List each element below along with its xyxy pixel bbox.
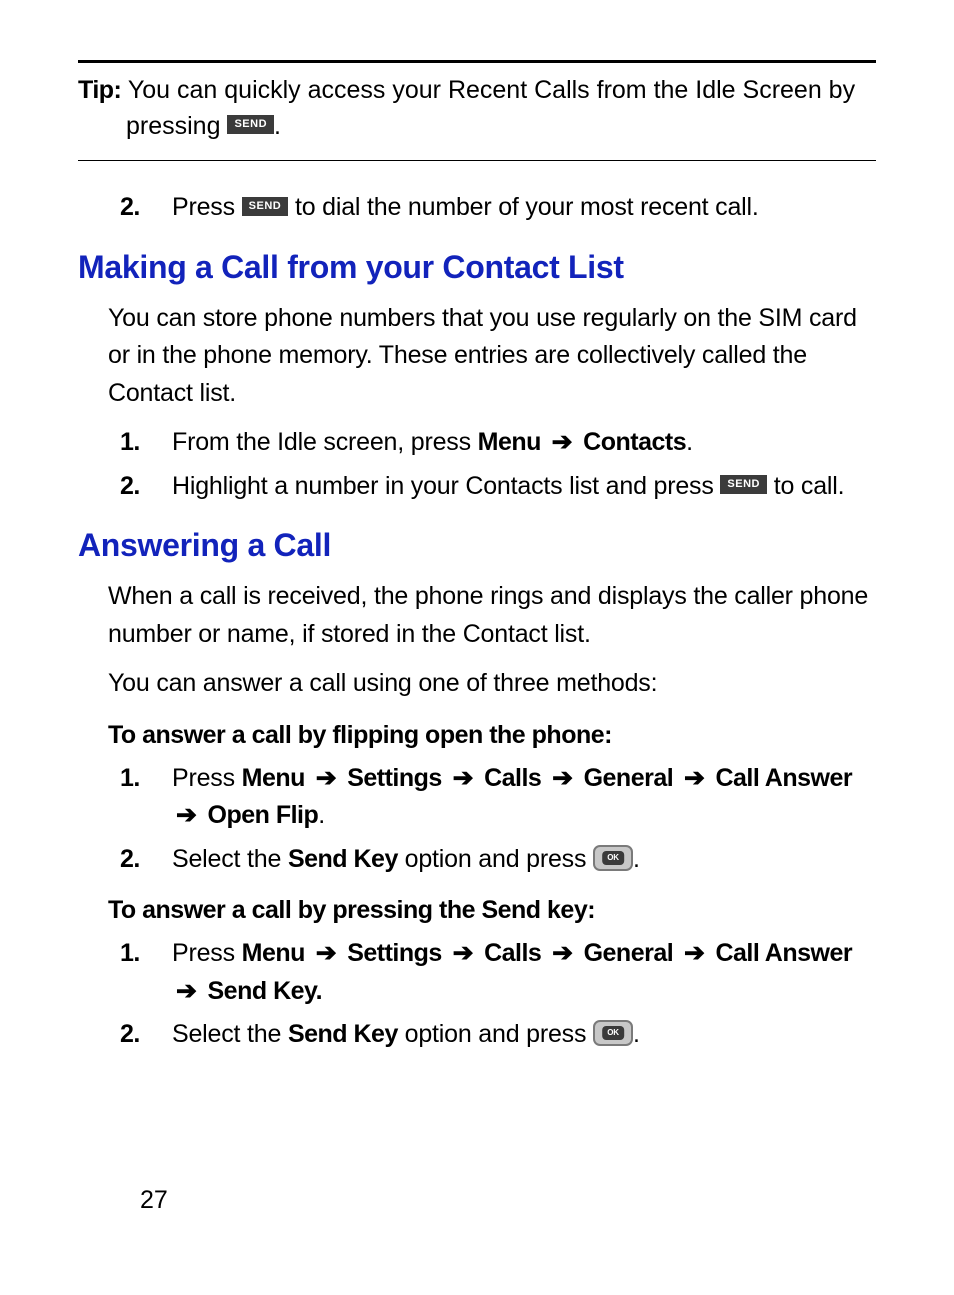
menu-bold: Menu xyxy=(478,428,541,456)
send-key-icon: SEND xyxy=(242,197,289,216)
subhead-send-key: To answer a call by pressing the Send ke… xyxy=(108,896,876,925)
text-a: From the Idle screen, press xyxy=(172,428,478,456)
send-key-bold: Send Key xyxy=(288,845,398,873)
list-item: 1. From the Idle screen, press Menu ➔ Co… xyxy=(120,424,876,462)
item-text: Press Menu ➔ Settings ➔ Calls ➔ General … xyxy=(172,935,876,1010)
text-a: Press xyxy=(172,939,242,967)
tip-line-2: pressing SEND. xyxy=(78,109,876,145)
subhead-flip-open: To answer a call by flipping open the ph… xyxy=(108,721,876,750)
top-rule xyxy=(78,60,876,63)
separator-rule xyxy=(78,160,876,161)
path-part: Settings xyxy=(347,764,442,792)
send-key-icon: SEND xyxy=(227,115,274,134)
section1-list: 1. From the Idle screen, press Menu ➔ Co… xyxy=(120,424,876,505)
arrow-icon: ➔ xyxy=(680,764,709,792)
section1-paragraph: You can store phone numbers that you use… xyxy=(108,300,876,413)
list-item: 2. Highlight a number in your Contacts l… xyxy=(120,468,876,506)
item-number: 2. xyxy=(120,189,172,227)
send-key-icon: SEND xyxy=(720,475,767,494)
arrow-icon: ➔ xyxy=(548,764,577,792)
list-item: 2. Select the Send Key option and press … xyxy=(120,1016,876,1054)
page-number: 27 xyxy=(140,1186,168,1215)
text-b: to call. xyxy=(767,472,844,500)
sub1-list: 1. Press Menu ➔ Settings ➔ Calls ➔ Gener… xyxy=(120,760,876,879)
item-number: 1. xyxy=(120,760,172,835)
arrow-icon: ➔ xyxy=(449,939,478,967)
list-item: 2. Press SEND to dial the number of your… xyxy=(120,189,876,227)
section-heading-contact-list: Making a Call from your Contact List xyxy=(78,249,876,286)
text-c: . xyxy=(633,1020,640,1048)
path-part: Open Flip xyxy=(208,801,319,829)
item-number: 1. xyxy=(120,424,172,462)
list-item: 1. Press Menu ➔ Settings ➔ Calls ➔ Gener… xyxy=(120,760,876,835)
arrow-icon: ➔ xyxy=(312,764,341,792)
ordered-list-top: 2. Press SEND to dial the number of your… xyxy=(120,189,876,227)
page-container: Tip: You can quickly access your Recent … xyxy=(0,0,954,1295)
text-a: Select the xyxy=(172,845,288,873)
arrow-icon: ➔ xyxy=(548,939,577,967)
item-text: From the Idle screen, press Menu ➔ Conta… xyxy=(172,424,876,462)
path-part: Settings xyxy=(347,939,442,967)
tip-block: Tip: You can quickly access your Recent … xyxy=(78,73,876,144)
list-item: 2. Select the Send Key option and press … xyxy=(120,841,876,879)
path-part: General xyxy=(584,939,674,967)
send-key-bold: Send Key xyxy=(288,1020,398,1048)
section-heading-answering: Answering a Call xyxy=(78,527,876,564)
text-b: . xyxy=(686,428,693,456)
path-part: Call Answer xyxy=(715,764,852,792)
tip-label: Tip: xyxy=(78,76,121,104)
tip-text-2b: . xyxy=(274,112,281,140)
item-text: Highlight a number in your Contacts list… xyxy=(172,468,876,506)
path-part: Send Key. xyxy=(208,977,323,1005)
text-a: Press xyxy=(172,764,242,792)
item-number: 2. xyxy=(120,1016,172,1054)
text-a: Press xyxy=(172,193,242,221)
text-a: Highlight a number in your Contacts list… xyxy=(172,472,720,500)
section2-paragraph-1: When a call is received, the phone rings… xyxy=(108,578,876,653)
arrow-icon: ➔ xyxy=(172,977,201,1005)
arrow-icon: ➔ xyxy=(312,939,341,967)
text-c: . xyxy=(633,845,640,873)
item-text: Press SEND to dial the number of your mo… xyxy=(172,189,876,227)
text-b: . xyxy=(318,801,325,829)
tip-text-2a: pressing xyxy=(126,112,227,140)
arrow-icon: ➔ xyxy=(680,939,709,967)
sub2-list: 1. Press Menu ➔ Settings ➔ Calls ➔ Gener… xyxy=(120,935,876,1054)
path-part: Menu xyxy=(242,939,305,967)
arrow-icon: ➔ xyxy=(548,428,577,456)
section2-paragraph-2: You can answer a call using one of three… xyxy=(108,665,876,703)
item-number: 1. xyxy=(120,935,172,1010)
item-text: Select the Send Key option and press . xyxy=(172,841,876,879)
path-part: General xyxy=(584,764,674,792)
tip-text-1: You can quickly access your Recent Calls… xyxy=(121,76,855,104)
contacts-bold: Contacts xyxy=(583,428,686,456)
item-number: 2. xyxy=(120,468,172,506)
path-part: Calls xyxy=(484,939,541,967)
ok-key-icon xyxy=(593,845,633,871)
text-a: Select the xyxy=(172,1020,288,1048)
text-b: option and press xyxy=(398,845,593,873)
path-part: Calls xyxy=(484,764,541,792)
path-part: Call Answer xyxy=(715,939,852,967)
item-text: Select the Send Key option and press . xyxy=(172,1016,876,1054)
ok-key-icon xyxy=(593,1020,633,1046)
text-b: to dial the number of your most recent c… xyxy=(288,193,758,221)
arrow-icon: ➔ xyxy=(172,801,201,829)
text-b: option and press xyxy=(398,1020,593,1048)
item-number: 2. xyxy=(120,841,172,879)
item-text: Press Menu ➔ Settings ➔ Calls ➔ General … xyxy=(172,760,876,835)
arrow-icon: ➔ xyxy=(449,764,478,792)
list-item: 1. Press Menu ➔ Settings ➔ Calls ➔ Gener… xyxy=(120,935,876,1010)
path-part: Menu xyxy=(242,764,305,792)
